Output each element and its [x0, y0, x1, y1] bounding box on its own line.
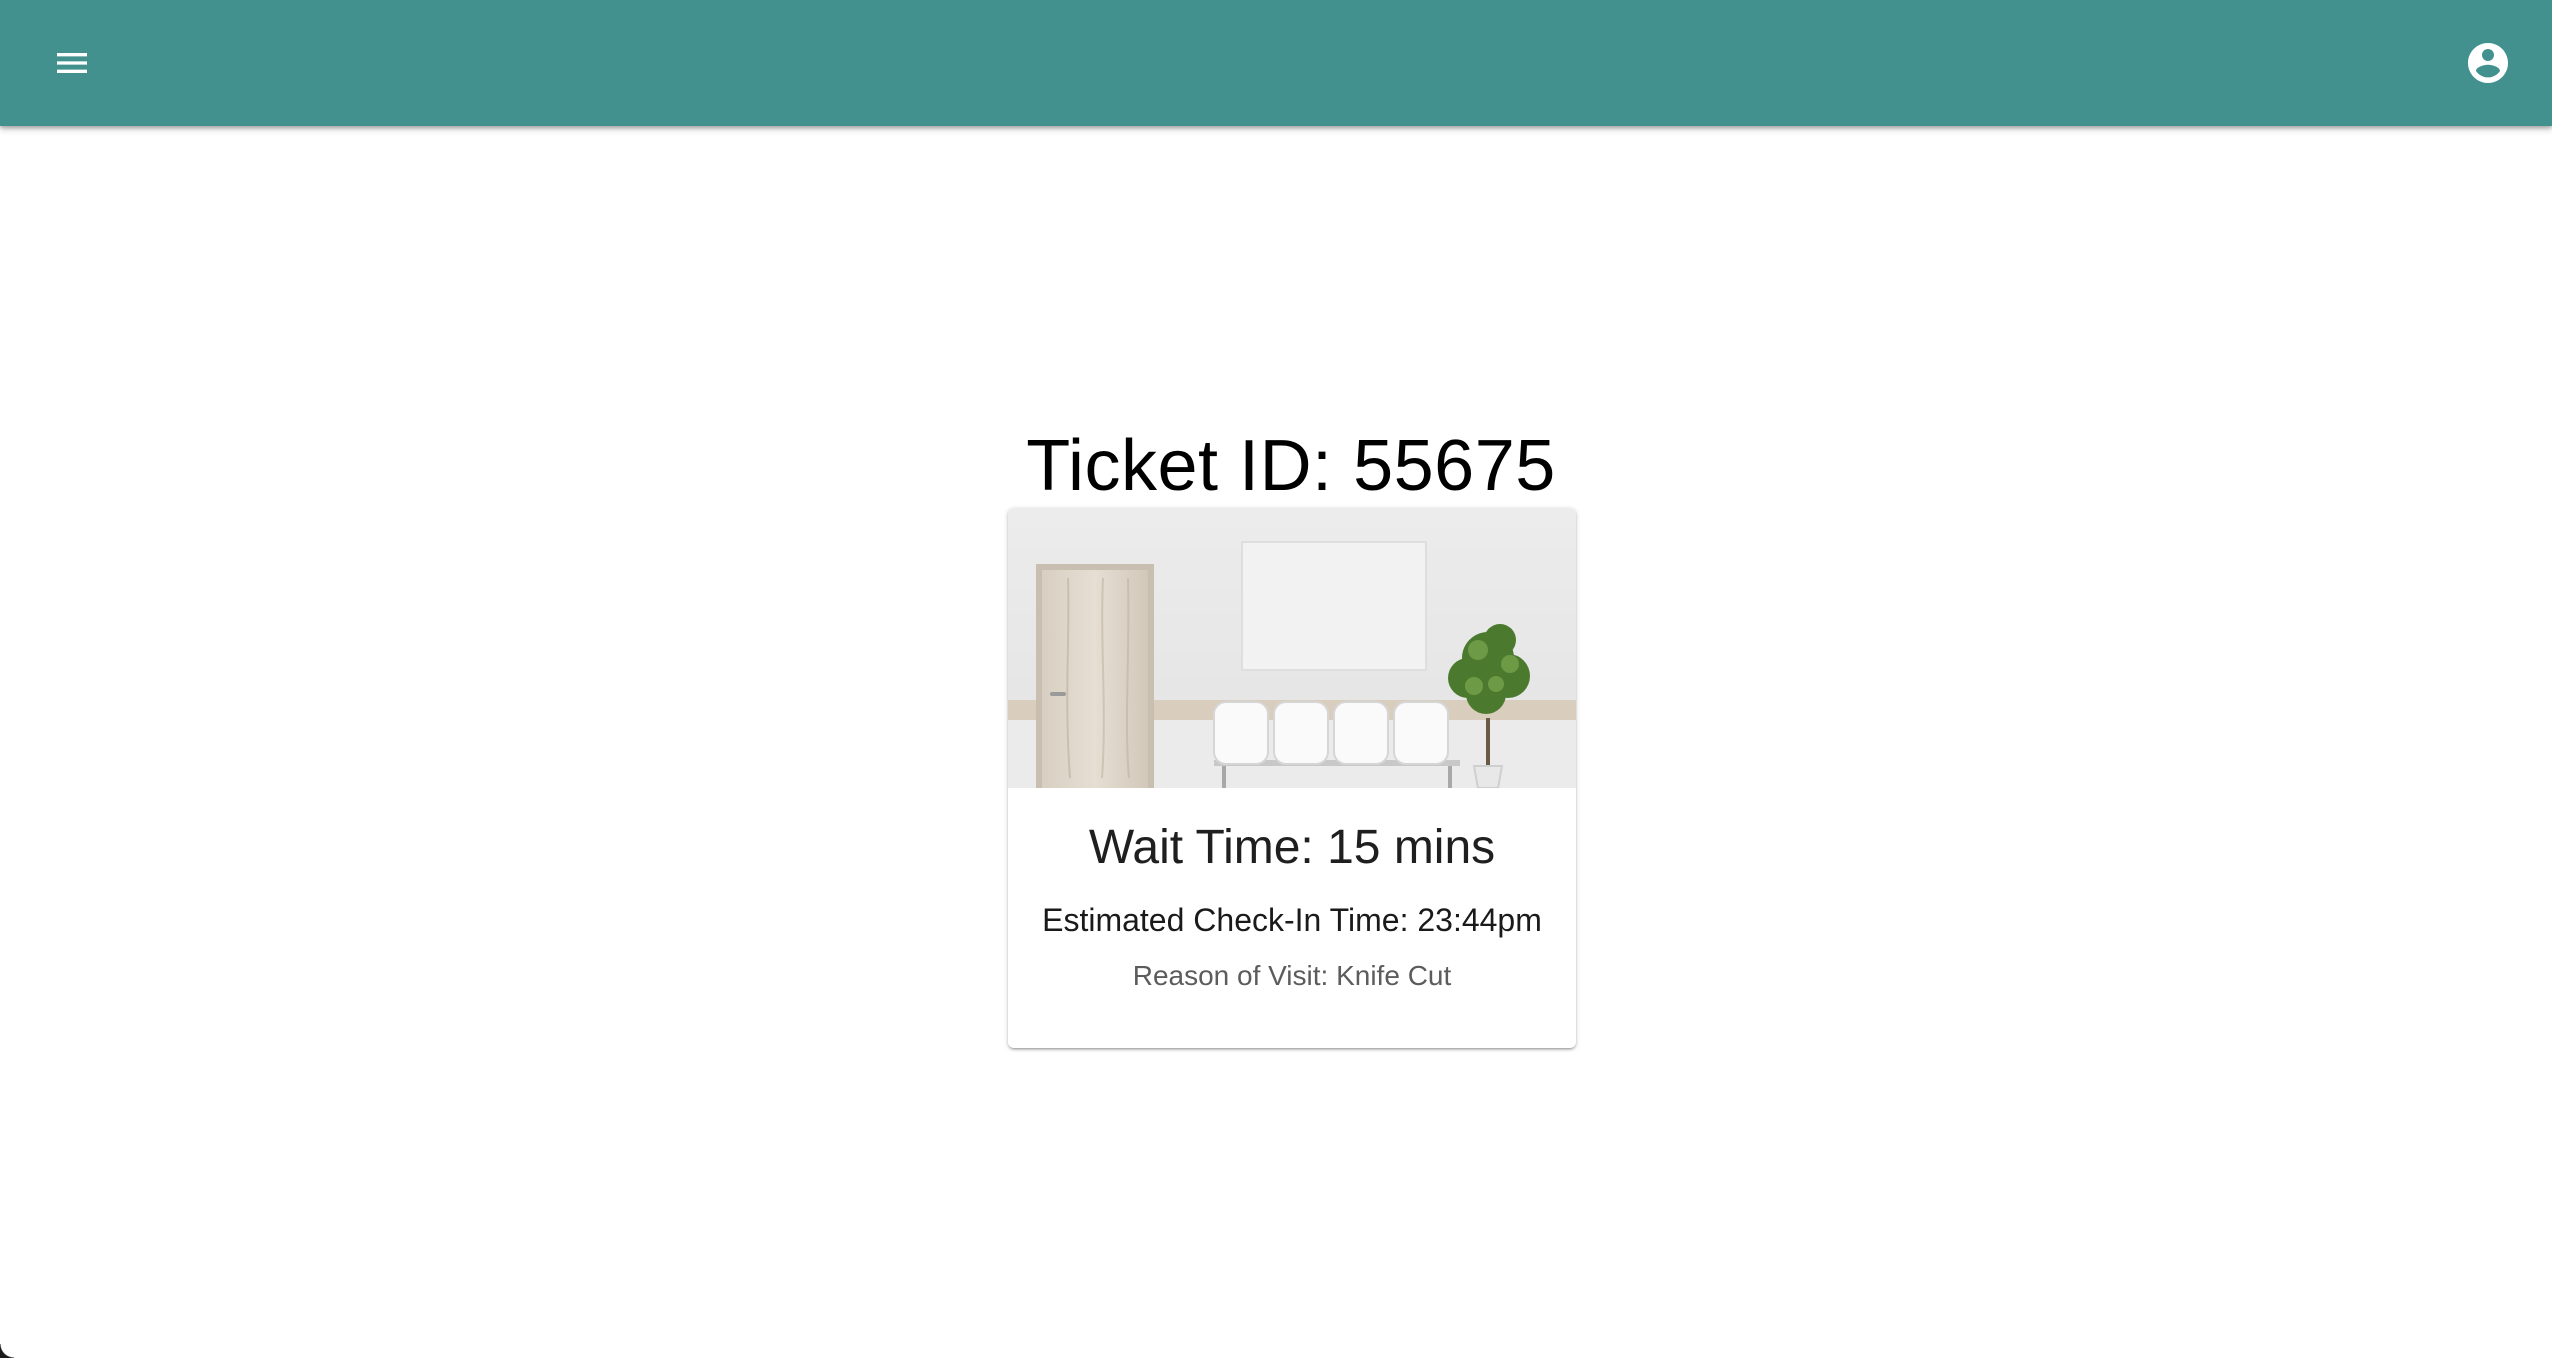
ticket-id-heading: Ticket ID: 55675 — [1026, 426, 1556, 506]
menu-icon — [57, 53, 87, 73]
app-bar — [0, 0, 2552, 126]
reason-of-visit-text: Reason of Visit: Knife Cut — [1132, 960, 1452, 991]
menu-button[interactable] — [40, 31, 104, 95]
ticket-card: Wait Time: 15 mins Estimated Check-In Ti… — [1008, 508, 1576, 1048]
window-corner — [0, 1344, 14, 1358]
wait-time-text: Wait Time: 15 mins — [1088, 821, 1496, 874]
account-button[interactable] — [2456, 31, 2520, 95]
waiting-room-image — [1008, 508, 1576, 788]
account-circle-icon — [2468, 43, 2508, 83]
estimated-checkin-text: Estimated Check-In Time: 23:44pm — [1042, 902, 1542, 938]
